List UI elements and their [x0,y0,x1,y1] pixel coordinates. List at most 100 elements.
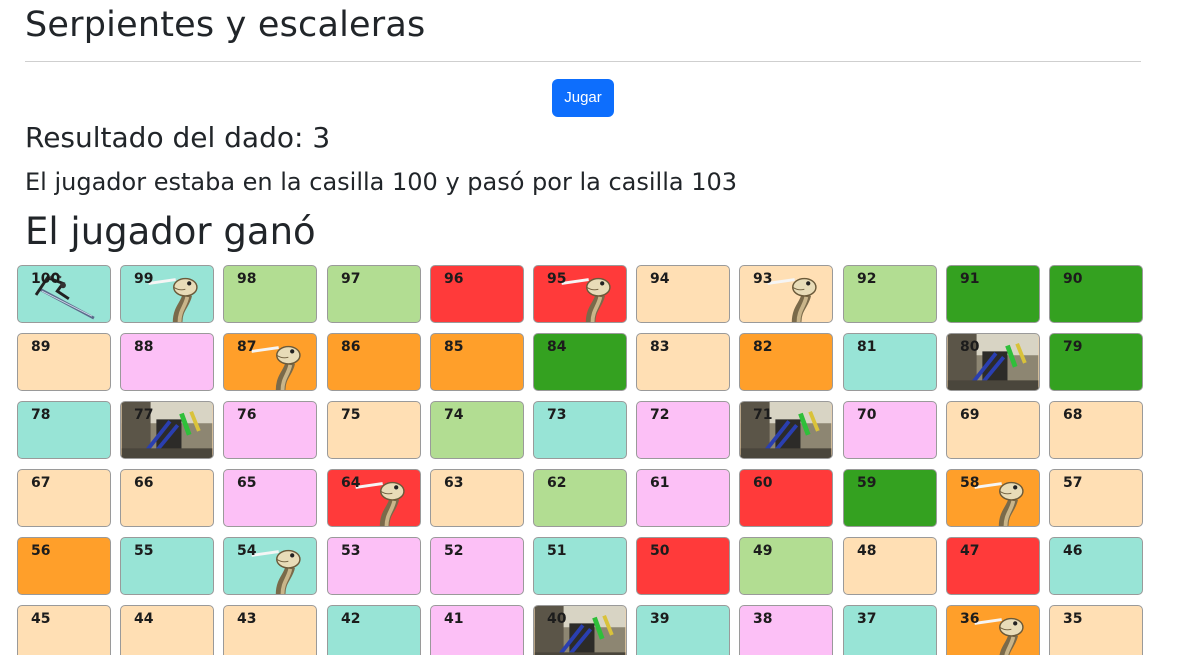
board-cell-94[interactable]: 94 [636,265,730,323]
page-container: Serpientes y escaleras Jugar Resultado d… [25,0,1141,253]
board-cell-73[interactable]: 73 [533,401,627,459]
board-cell-46[interactable]: 46 [1049,537,1143,595]
dice-result: Resultado del dado: 3 [25,121,331,154]
cell-number: 79 [1063,339,1083,355]
board-cell-36[interactable]: 36 [946,605,1040,655]
board-cell-50[interactable]: 50 [636,537,730,595]
cell-number: 39 [650,611,670,627]
board-cell-56[interactable]: 56 [17,537,111,595]
cell-number: 59 [857,475,877,491]
cell-number: 54 [237,543,257,559]
board-cell-61[interactable]: 61 [636,469,730,527]
cell-number: 95 [547,271,567,287]
board-cell-58[interactable]: 58 [946,469,1040,527]
board-cell-41[interactable]: 41 [430,605,524,655]
board-cell-47[interactable]: 47 [946,537,1040,595]
board-cell-63[interactable]: 63 [430,469,524,527]
board-cell-96[interactable]: 96 [430,265,524,323]
board-cell-78[interactable]: 78 [17,401,111,459]
board-cell-76[interactable]: 76 [223,401,317,459]
cell-number: 74 [444,407,464,423]
cell-number: 89 [31,339,51,355]
board-cell-89[interactable]: 89 [17,333,111,391]
board-cell-60[interactable]: 60 [739,469,833,527]
cell-number: 57 [1063,475,1083,491]
cell-number: 46 [1063,543,1083,559]
board-cell-99[interactable]: 99 [120,265,214,323]
board-cell-52[interactable]: 52 [430,537,524,595]
board-cell-43[interactable]: 43 [223,605,317,655]
cell-number: 87 [237,339,257,355]
board-cell-86[interactable]: 86 [327,333,421,391]
board-cell-51[interactable]: 51 [533,537,627,595]
cell-number: 98 [237,271,257,287]
board-cell-37[interactable]: 37 [843,605,937,655]
board-cell-98[interactable]: 98 [223,265,317,323]
board-cell-82[interactable]: 82 [739,333,833,391]
cell-number: 94 [650,271,670,287]
cell-number: 53 [341,543,361,559]
board-cell-95[interactable]: 95 [533,265,627,323]
board-cell-85[interactable]: 85 [430,333,524,391]
board-cell-77[interactable]: 77 [120,401,214,459]
board-cell-68[interactable]: 68 [1049,401,1143,459]
title-divider [25,61,1141,62]
cell-number: 90 [1063,271,1083,287]
board-cell-39[interactable]: 39 [636,605,730,655]
board-cell-57[interactable]: 57 [1049,469,1143,527]
board-cell-87[interactable]: 87 [223,333,317,391]
cell-number: 68 [1063,407,1083,423]
cell-number: 48 [857,543,877,559]
cell-number: 81 [857,339,877,355]
board-cell-59[interactable]: 59 [843,469,937,527]
board-cell-48[interactable]: 48 [843,537,937,595]
board-cell-67[interactable]: 67 [17,469,111,527]
cell-number: 41 [444,611,464,627]
board-cell-64[interactable]: 64 [327,469,421,527]
cell-number: 99 [134,271,154,287]
board-cell-55[interactable]: 55 [120,537,214,595]
cell-number: 35 [1063,611,1083,627]
board-cell-92[interactable]: 92 [843,265,937,323]
board-cell-83[interactable]: 83 [636,333,730,391]
board-cell-42[interactable]: 42 [327,605,421,655]
board-cell-80[interactable]: 80 [946,333,1040,391]
cell-number: 60 [753,475,773,491]
board-cell-97[interactable]: 97 [327,265,421,323]
board-cell-100[interactable]: 100 [17,265,111,323]
cell-number: 64 [341,475,361,491]
board-cell-70[interactable]: 70 [843,401,937,459]
play-button[interactable]: Jugar [552,79,614,117]
board-cell-65[interactable]: 65 [223,469,317,527]
board-cell-90[interactable]: 90 [1049,265,1143,323]
cell-number: 92 [857,271,877,287]
board-cell-74[interactable]: 74 [430,401,524,459]
board-cell-69[interactable]: 69 [946,401,1040,459]
board-cell-45[interactable]: 45 [17,605,111,655]
cell-number: 100 [31,271,61,287]
board-cell-35[interactable]: 35 [1049,605,1143,655]
board-cell-49[interactable]: 49 [739,537,833,595]
cell-number: 42 [341,611,361,627]
board-cell-81[interactable]: 81 [843,333,937,391]
board-cell-66[interactable]: 66 [120,469,214,527]
cell-number: 63 [444,475,464,491]
board-cell-91[interactable]: 91 [946,265,1040,323]
board-cell-88[interactable]: 88 [120,333,214,391]
board-cell-44[interactable]: 44 [120,605,214,655]
board-cell-62[interactable]: 62 [533,469,627,527]
board-cell-79[interactable]: 79 [1049,333,1143,391]
board-cell-38[interactable]: 38 [739,605,833,655]
cell-number: 47 [960,543,980,559]
board-cell-40[interactable]: 40 [533,605,627,655]
board-cell-75[interactable]: 75 [327,401,421,459]
board-cell-71[interactable]: 71 [739,401,833,459]
board-cell-93[interactable]: 93 [739,265,833,323]
cell-number: 36 [960,611,980,627]
cell-number: 58 [960,475,980,491]
board-cell-72[interactable]: 72 [636,401,730,459]
cell-number: 55 [134,543,154,559]
board-cell-53[interactable]: 53 [327,537,421,595]
board-cell-54[interactable]: 54 [223,537,317,595]
board-cell-84[interactable]: 84 [533,333,627,391]
